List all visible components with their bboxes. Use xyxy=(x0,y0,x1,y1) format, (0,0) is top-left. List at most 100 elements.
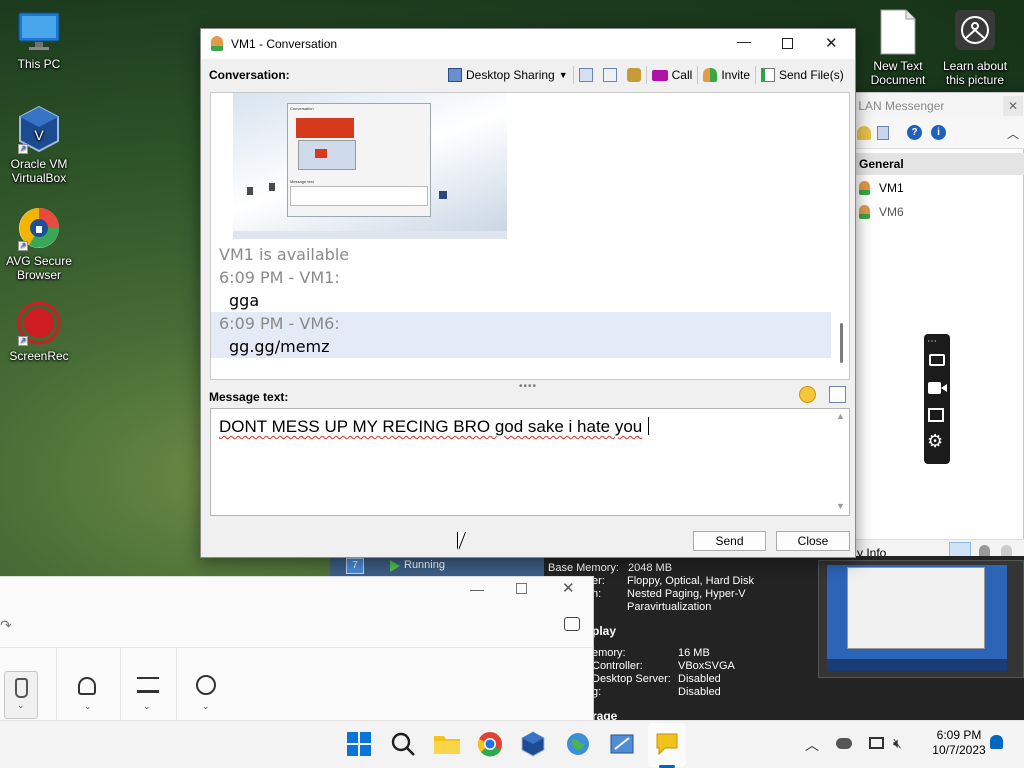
desktop-icon-screenrec[interactable]: ↗ ScreenRec xyxy=(1,300,77,363)
group-label: General xyxy=(859,157,904,171)
camera-icon[interactable] xyxy=(929,354,945,366)
lan-messenger-taskbar-button[interactable] xyxy=(648,723,686,768)
info-icon[interactable]: i xyxy=(931,125,946,140)
paint-window: — ✕ ↷ ⌄ ⌄ ⌄ ⌄ xyxy=(0,576,594,723)
minimize-button[interactable]: — xyxy=(737,33,751,49)
group-header[interactable]: General xyxy=(855,153,1024,175)
desktop-sharing-button[interactable]: Desktop Sharing ▼ xyxy=(443,64,573,86)
display-section-header: play xyxy=(592,624,617,638)
settings-gear-icon[interactable]: ⚙ xyxy=(927,432,943,450)
vm-list-item-running[interactable]: 7 Running xyxy=(330,556,544,576)
font-settings-icon[interactable] xyxy=(829,386,846,403)
user-list-item[interactable]: VM1 xyxy=(859,180,1009,198)
transfers-button[interactable] xyxy=(598,64,622,86)
dropdown-arrow-icon: ▼ xyxy=(558,70,568,80)
desktop-icon-new-text-document[interactable]: New Text Document xyxy=(860,8,936,87)
detail-key: emory: xyxy=(592,647,626,659)
scroll-down-arrow-icon[interactable]: ▼ xyxy=(836,501,845,511)
virtualbox-taskbar-button[interactable] xyxy=(520,731,546,757)
chevron-down-icon[interactable]: ⌄ xyxy=(143,701,151,712)
collapse-up-icon[interactable]: ︿ xyxy=(1007,125,1019,142)
volume-muted-icon[interactable]: 🔇︎ xyxy=(893,735,902,752)
desktop-icon-label: Learn about this picture xyxy=(942,59,1008,87)
screenshot-window: Conversation Message text xyxy=(287,103,431,217)
emoticon-icon[interactable] xyxy=(799,386,816,403)
chevron-down-icon[interactable]: ⌄ xyxy=(202,701,210,712)
line-size-icon[interactable] xyxy=(137,677,159,693)
screenrec-icon: ↗ xyxy=(16,300,62,346)
message-text-label: Message text: xyxy=(209,390,289,404)
desktop-icon-learn-about-picture[interactable]: Learn about this picture xyxy=(937,8,1013,87)
cloud-network-icon[interactable] xyxy=(836,738,852,749)
history-icon[interactable] xyxy=(877,126,889,140)
desktop-icon-avg-browser[interactable]: ↗ AVG Secure Browser xyxy=(1,205,77,282)
splitter-handle[interactable]: •••• xyxy=(519,381,537,392)
game-icon xyxy=(626,68,641,82)
ribbon-separator xyxy=(176,647,177,723)
more-options-icon[interactable]: ⋯ xyxy=(927,336,937,347)
vm-window-button[interactable] xyxy=(609,731,635,757)
call-button[interactable]: Call xyxy=(647,64,698,86)
chrome-button[interactable] xyxy=(477,731,503,757)
palette-icon[interactable] xyxy=(196,675,216,695)
help-icon[interactable]: ? xyxy=(907,125,922,140)
search-button[interactable] xyxy=(390,731,416,757)
brush-icon xyxy=(15,678,28,698)
chevron-down-icon[interactable]: ⌄ xyxy=(84,701,92,712)
game-button[interactable] xyxy=(622,64,646,86)
video-call-icon xyxy=(651,69,668,81)
desktop-icon-virtualbox[interactable]: V ↗ Oracle VM VirtualBox xyxy=(1,104,77,185)
windows-icon[interactable] xyxy=(928,408,944,422)
start-button[interactable] xyxy=(346,731,372,757)
desktop-icon-this-pc[interactable]: This PC xyxy=(1,10,77,71)
share-icon[interactable] xyxy=(564,617,580,631)
network-app-button[interactable] xyxy=(565,731,591,757)
add-contact-icon[interactable] xyxy=(857,126,871,140)
ribbon-separator xyxy=(56,647,57,723)
display-icon[interactable] xyxy=(869,737,884,749)
screenshot-desktop-icon xyxy=(439,191,447,199)
user-list-item[interactable]: VM6 xyxy=(859,204,1009,222)
invite-button[interactable]: Invite xyxy=(698,64,755,86)
send-files-button[interactable]: Send File(s) xyxy=(756,64,849,86)
invite-users-icon xyxy=(703,68,718,82)
message-input[interactable]: DONT MESS UP MY RECING BRO god sake i ha… xyxy=(210,408,850,516)
user-name: VM1 xyxy=(879,181,904,195)
show-hidden-icons-chevron-icon[interactable]: ︿ xyxy=(805,735,819,755)
maximize-button[interactable] xyxy=(782,38,793,49)
message-body: gga xyxy=(229,291,260,310)
notification-bell-icon[interactable] xyxy=(990,735,1003,749)
screenshot-red-image xyxy=(296,118,354,138)
message-input-text: DONT MESS UP MY RECING BRO god sake i ha… xyxy=(219,417,650,437)
video-icon[interactable] xyxy=(928,382,941,394)
conversation-window: VM1 - Conversation — ✕ Conversation: Des… xyxy=(200,28,856,558)
vm-state: Running xyxy=(404,559,445,571)
desktop-icon-label: This PC xyxy=(17,57,61,71)
chat-history[interactable]: Conversation Message text VM1 is availab… xyxy=(210,92,850,380)
close-dialog-button[interactable]: Close xyxy=(776,531,850,551)
online-user-icon xyxy=(859,181,870,195)
shared-screenshot-image: Conversation Message text xyxy=(233,93,507,239)
detail-value: VBoxSVGA xyxy=(678,660,735,672)
detail-value: Floppy, Optical, Hard Disk xyxy=(627,575,754,587)
detail-value: 2048 MB xyxy=(628,562,673,574)
chat-scrollbar-thumb[interactable] xyxy=(840,323,843,363)
shapes-icon[interactable] xyxy=(78,677,96,695)
maximize-icon[interactable] xyxy=(516,583,527,594)
clock[interactable]: 6:09 PM 10/7/2023 xyxy=(920,728,998,758)
redo-icon[interactable]: ↷ xyxy=(0,617,12,634)
file-explorer-button[interactable] xyxy=(433,732,461,756)
send-button[interactable]: Send xyxy=(693,531,766,551)
close-button[interactable]: ✕ xyxy=(825,34,838,52)
lan-close-button[interactable]: ✕ xyxy=(1003,96,1023,116)
text-document-icon xyxy=(878,8,918,56)
close-icon[interactable]: ✕ xyxy=(562,579,575,597)
detail-value: Nested Paging, Hyper-V xyxy=(627,588,746,600)
detail-value: Disabled xyxy=(678,673,721,685)
learn-about-picture-icon xyxy=(953,8,997,56)
search-icon xyxy=(391,732,415,756)
minimize-icon[interactable]: — xyxy=(470,581,484,597)
scroll-up-arrow-icon[interactable]: ▲ xyxy=(836,411,845,421)
brush-tool-button[interactable]: ⌄ xyxy=(4,671,38,719)
history-button[interactable] xyxy=(574,64,598,86)
